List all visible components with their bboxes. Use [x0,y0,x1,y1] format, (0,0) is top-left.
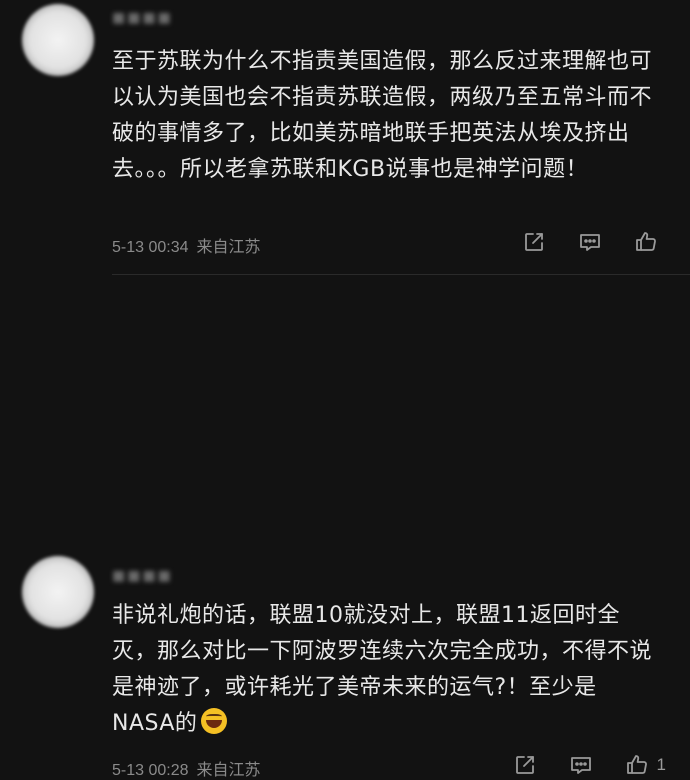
comment-meta: 5-13 00:34 来自江苏 [112,233,269,257]
comment-text-content: 非说礼炮的话，联盟10就没对上，联盟11返回时全灭，那么对比一下阿波罗连续六次完… [112,603,653,736]
like-button[interactable] [634,230,666,254]
comment-text: 非说礼炮的话，联盟10就没对上，联盟11返回时全灭，那么对比一下阿波罗连续六次完… [112,598,657,742]
divider [112,274,690,275]
share-button[interactable] [513,753,537,777]
comment-icon [570,757,591,774]
comment-text: 至于苏联为什么不指责美国造假，那么反过来理解也可以认为美国也会不指责苏联造假，两… [112,49,653,182]
comment-time: 5-13 00:34 [112,239,189,256]
comment-meta: 5-13 00:28 来自江苏 [112,756,269,780]
comment-actions: 1 [481,753,666,777]
comment-actions [490,230,666,254]
avatar[interactable] [22,4,94,76]
comment-location: 来自江苏 [196,762,261,779]
thumbs-up-icon [636,232,656,251]
username-blurred[interactable]: ■■■■ [112,10,173,26]
like-button[interactable]: 1 [625,753,666,777]
avatar[interactable] [22,556,94,628]
comment-icon [580,234,600,251]
laughing-emoji-icon [201,708,228,734]
reply-button[interactable] [569,753,593,777]
share-icon [515,756,534,774]
comment-item: ■■■■ 非说礼炮的话，联盟10就没对上，联盟11返回时全灭，那么对比一下阿波罗… [0,280,690,779]
reply-button[interactable] [578,230,602,254]
share-button[interactable] [522,230,546,254]
thumbs-up-icon [626,755,647,774]
comment-time: 5-13 00:28 [112,762,189,779]
username-blurred[interactable]: ■■■■ [112,568,173,584]
comment-location: 来自江苏 [196,239,261,256]
like-count: 1 [656,755,666,774]
comment-item: ■■■■ 至于苏联为什么不指责美国造假，那么反过来理解也可以认为美国也会不指责苏… [0,0,690,280]
share-icon [525,233,543,251]
